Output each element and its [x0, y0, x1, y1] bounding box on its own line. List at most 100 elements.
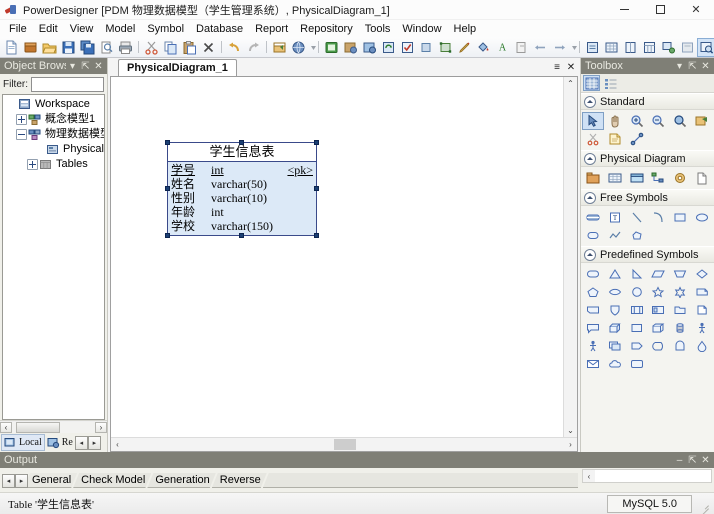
menu-help[interactable]: Help [448, 21, 483, 37]
close-icon[interactable]: ✕ [699, 59, 712, 73]
browser-hscrollbar[interactable]: ‹ › [0, 420, 107, 433]
square-shape-icon[interactable] [417, 38, 436, 57]
toolbox-group-free-symbols[interactable]: Free Symbols [581, 189, 714, 206]
close-icon[interactable]: ✕ [699, 453, 712, 467]
chevron-down-icon[interactable]: ▾ [66, 59, 79, 73]
refresh-icon[interactable] [379, 38, 398, 57]
print-icon[interactable] [116, 38, 135, 57]
chevron-up-icon[interactable] [584, 192, 596, 204]
tab-physicaldiagram-1[interactable]: PhysicalDiagram_1 [118, 59, 237, 76]
list-view-icon[interactable] [602, 75, 619, 91]
generate-db-icon[interactable] [322, 38, 341, 57]
print-preview-icon[interactable] [97, 38, 116, 57]
shape-callout-icon[interactable] [582, 319, 604, 337]
shape-page-icon[interactable] [691, 301, 713, 319]
shape-terminator-icon[interactable] [669, 337, 691, 355]
shape-diamond-icon[interactable] [691, 265, 713, 283]
diagram-vscrollbar[interactable]: ⌃ ⌄ [563, 77, 577, 437]
minimize-icon[interactable]: – [673, 453, 686, 467]
reference-icon[interactable] [648, 169, 670, 187]
view-icon[interactable] [626, 169, 648, 187]
scroll-right-icon[interactable]: › [95, 422, 107, 433]
chevron-down-icon[interactable]: ▾ [673, 59, 686, 73]
delete-x-icon[interactable] [199, 38, 218, 57]
note-icon[interactable] [604, 130, 626, 148]
free-rectangle-icon[interactable] [669, 208, 691, 226]
scroll-track[interactable] [595, 470, 711, 482]
grid-view-icon[interactable] [583, 75, 600, 91]
shape-screen-icon[interactable] [626, 355, 648, 373]
shape-lens-icon[interactable] [604, 283, 626, 301]
shape-cylinder-icon[interactable] [669, 319, 691, 337]
pin-icon[interactable]: ⇱ [79, 59, 92, 73]
free-ellipse-icon[interactable] [691, 208, 713, 226]
filter-input[interactable] [31, 77, 104, 92]
paste-icon[interactable] [180, 38, 199, 57]
menu-view[interactable]: View [64, 21, 100, 37]
minimize-button[interactable] [606, 0, 642, 20]
output-tab-next-button[interactable]: ▸ [15, 474, 28, 488]
format-copy-icon[interactable] [512, 38, 531, 57]
output-tab-prev-button[interactable]: ◂ [2, 474, 15, 488]
save-icon[interactable] [59, 38, 78, 57]
align-right-arrow-icon[interactable] [550, 38, 569, 57]
menu-repository[interactable]: Repository [294, 21, 359, 37]
shape-pentagon-icon[interactable] [582, 283, 604, 301]
shape-star6-icon[interactable] [669, 283, 691, 301]
shape-righttri-icon[interactable] [626, 265, 648, 283]
shape-arrowblock-icon[interactable] [626, 337, 648, 355]
delete-scissors-icon[interactable] [582, 130, 604, 148]
view-preview-icon[interactable] [678, 38, 697, 57]
view-grid-icon[interactable] [602, 38, 621, 57]
shape-drop-icon[interactable] [691, 337, 713, 355]
diagram-canvas[interactable]: 学生信息表 学号 int <pk> 姓名 varchar(50) [111, 77, 563, 437]
scroll-left-icon[interactable]: ‹ [111, 438, 124, 451]
menu-file[interactable]: File [3, 21, 33, 37]
tree-item-cdm[interactable]: 概念模型1 [5, 112, 104, 127]
copy-icon[interactable] [161, 38, 180, 57]
open-folder-icon[interactable] [40, 38, 59, 57]
menu-report[interactable]: Report [249, 21, 294, 37]
shape-person-icon[interactable] [582, 337, 604, 355]
resize-grip-icon[interactable] [698, 498, 710, 510]
menu-window[interactable]: Window [396, 21, 447, 37]
scroll-left-icon[interactable]: ‹ [0, 422, 12, 433]
toolbox-group-physical-diagram[interactable]: Physical Diagram [581, 150, 714, 167]
reverse-engineer-icon[interactable] [341, 38, 360, 57]
menu-edit[interactable]: Edit [33, 21, 64, 37]
resize-handle-e[interactable] [314, 186, 319, 191]
browser-tab-repository[interactable]: Re [45, 434, 75, 451]
expander-plus-icon[interactable] [16, 114, 27, 125]
tab-close-icon[interactable]: ✕ [564, 60, 578, 74]
scroll-right-icon[interactable]: › [564, 438, 577, 451]
shape-cube3d-icon[interactable] [604, 319, 626, 337]
expander-plus-icon[interactable] [27, 159, 38, 170]
scroll-left-icon[interactable]: ‹ [583, 470, 595, 482]
output-tab-general[interactable]: General [28, 473, 77, 488]
menu-tools[interactable]: Tools [359, 21, 397, 37]
shape-prism-icon[interactable] [648, 319, 670, 337]
menu-database[interactable]: Database [190, 21, 249, 37]
browser-tab-prev-button[interactable]: ◂ [75, 436, 88, 450]
browser-tab-next-button[interactable]: ▸ [88, 436, 101, 450]
shape-shield-icon[interactable] [604, 301, 626, 319]
close-icon[interactable]: ✕ [92, 59, 105, 73]
tree-item-tables[interactable]: Tables [5, 157, 104, 172]
table-icon[interactable] [604, 169, 626, 187]
grabber-hand-icon[interactable] [604, 112, 626, 130]
free-line-icon[interactable] [626, 208, 648, 226]
font-color-icon[interactable]: A [493, 38, 512, 57]
view-relation-icon[interactable] [659, 38, 678, 57]
chevron-up-icon[interactable] [584, 249, 596, 261]
zoom-area-icon[interactable] [669, 112, 691, 130]
output-tab-check-model[interactable]: Check Model [73, 473, 151, 488]
tab-list-icon[interactable]: ≡ [550, 60, 564, 74]
shape-trapezoid-icon[interactable] [669, 265, 691, 283]
new-model-icon[interactable] [21, 38, 40, 57]
redo-arrow-icon[interactable] [244, 38, 263, 57]
shape-window-icon[interactable] [626, 301, 648, 319]
tree-item-pdm[interactable]: 物理数据模型（ [5, 127, 104, 142]
new-document-icon[interactable] [2, 38, 21, 57]
resize-symbol-icon[interactable] [436, 38, 455, 57]
align-left-arrow-icon[interactable] [531, 38, 550, 57]
